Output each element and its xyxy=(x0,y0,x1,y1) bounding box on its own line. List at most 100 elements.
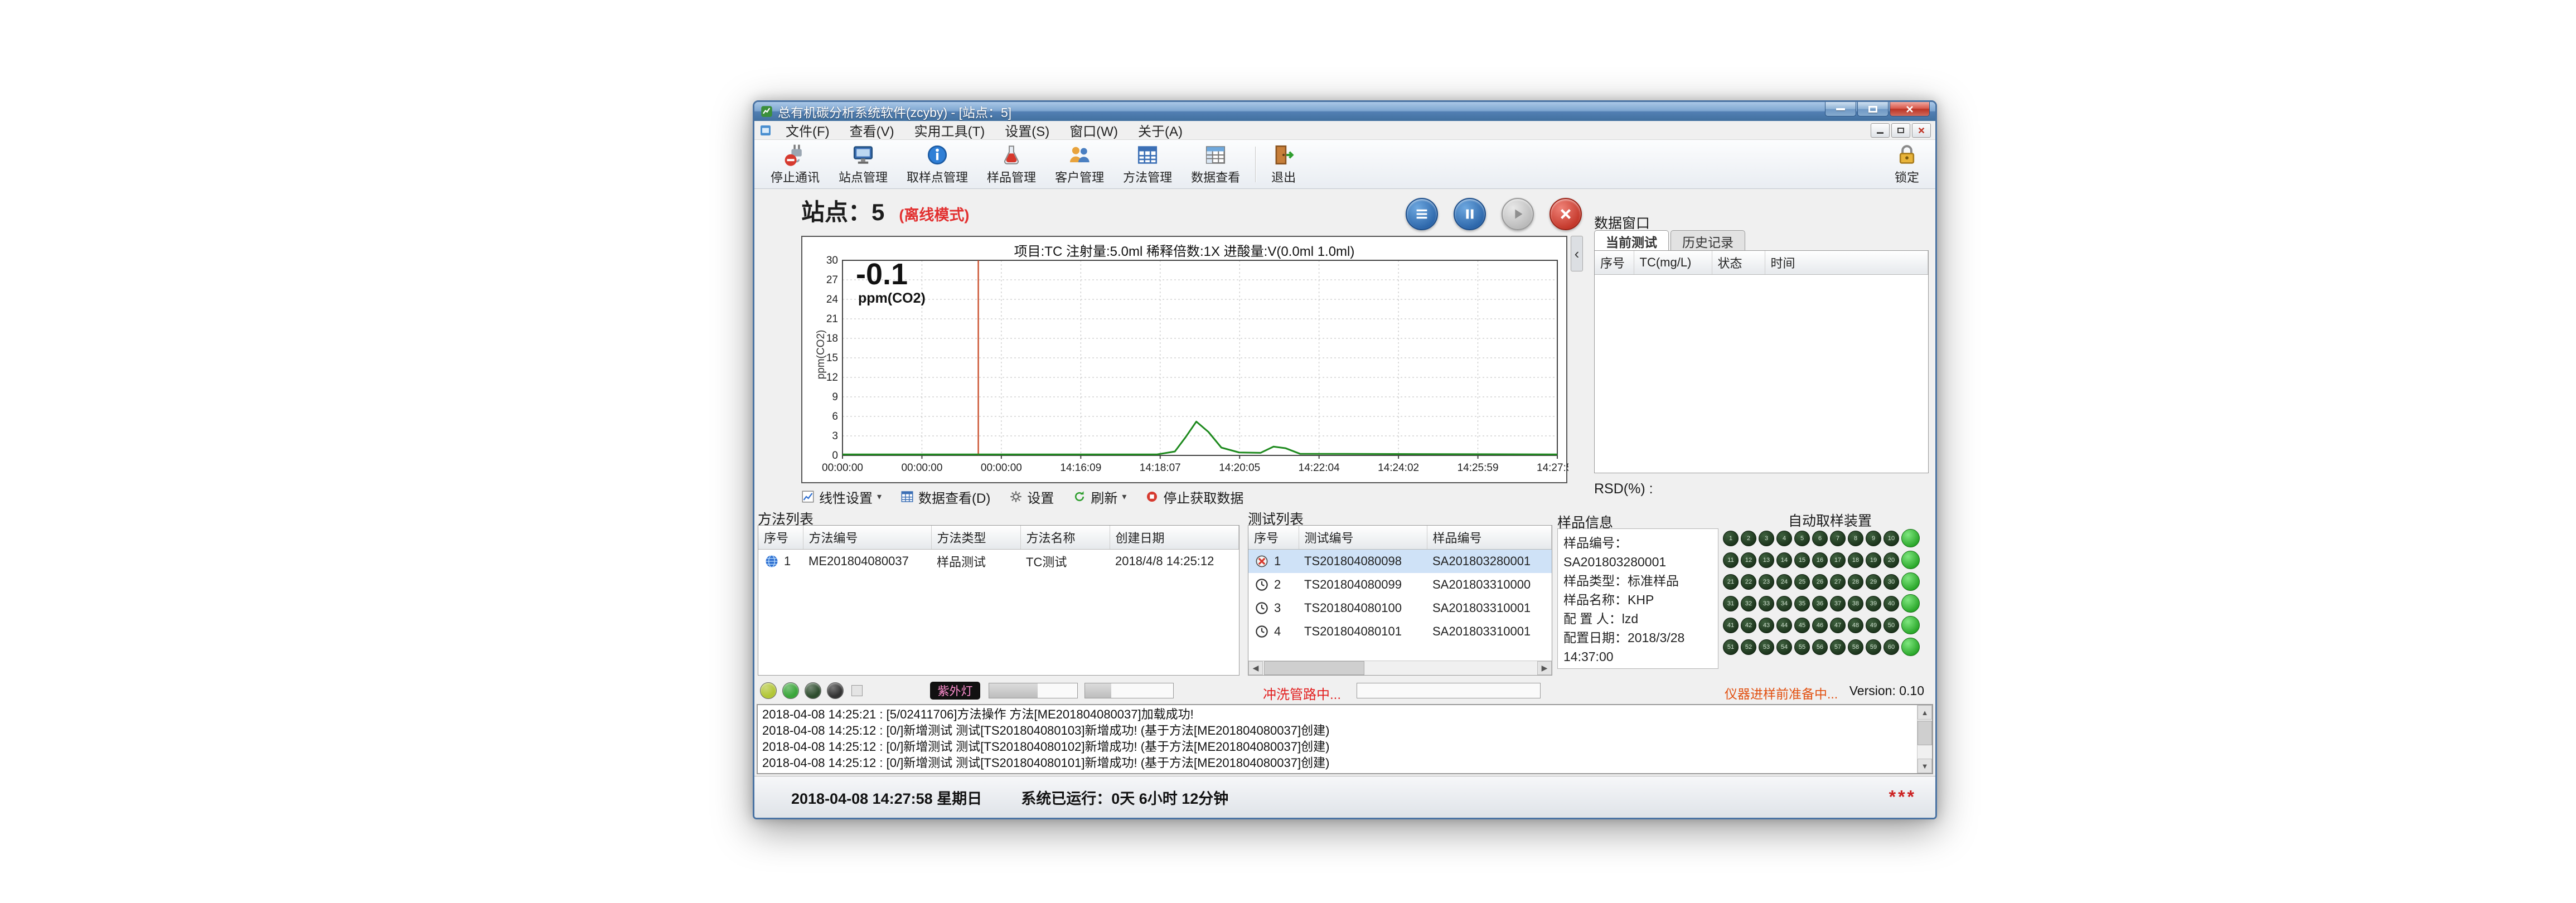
gear-link[interactable]: 设置 xyxy=(1009,487,1054,507)
customer-button[interactable]: 客户管理 xyxy=(1045,142,1113,187)
sampler-vial[interactable]: 9 xyxy=(1866,531,1881,546)
sampler-vial[interactable]: 20 xyxy=(1883,552,1899,568)
horizontal-scrollbar[interactable]: ◀ ▶ xyxy=(1248,661,1552,675)
sample-button[interactable]: 样品管理 xyxy=(977,142,1045,187)
method-button[interactable]: 方法管理 xyxy=(1113,142,1182,187)
station-button[interactable]: 站点管理 xyxy=(829,142,897,187)
sample-point-button[interactable]: 取样点管理 xyxy=(897,142,977,187)
scroll-up-arrow[interactable]: ▲ xyxy=(1918,705,1932,720)
menu-item-6[interactable]: 关于(A) xyxy=(1128,121,1193,139)
sampler-vial[interactable]: 60 xyxy=(1883,639,1899,655)
sampler-vial[interactable]: 12 xyxy=(1741,552,1756,568)
sampler-vial[interactable]: 39 xyxy=(1866,596,1881,611)
menu-item-2[interactable]: 查看(V) xyxy=(840,121,904,139)
sampler-vial[interactable]: 50 xyxy=(1883,618,1899,633)
sampler-vial[interactable]: 57 xyxy=(1830,639,1846,655)
column-header[interactable]: 方法编号 xyxy=(803,526,931,550)
sampler-ready-vial[interactable] xyxy=(1901,594,1920,613)
close-button[interactable] xyxy=(1890,102,1930,116)
sampler-vial[interactable]: 46 xyxy=(1812,618,1828,633)
sampler-vial[interactable]: 6 xyxy=(1812,531,1828,546)
sampler-vial[interactable]: 23 xyxy=(1759,574,1774,590)
column-header[interactable]: 时间 xyxy=(1765,251,1928,275)
column-header[interactable]: 测试编号 xyxy=(1299,526,1427,550)
sampler-vial[interactable]: 48 xyxy=(1848,618,1863,633)
sampler-vial[interactable]: 24 xyxy=(1776,574,1792,590)
sampler-vial[interactable]: 8 xyxy=(1848,531,1863,546)
sampler-vial[interactable]: 34 xyxy=(1776,596,1792,611)
sampler-vial[interactable]: 54 xyxy=(1776,639,1792,655)
sampler-vial[interactable]: 10 xyxy=(1883,531,1899,546)
sampler-vial[interactable]: 27 xyxy=(1830,574,1846,590)
sampler-vial[interactable]: 32 xyxy=(1741,596,1756,611)
sampler-vial[interactable]: 14 xyxy=(1776,552,1792,568)
sampler-vial[interactable]: 35 xyxy=(1794,596,1810,611)
column-header[interactable]: 方法类型 xyxy=(931,526,1020,550)
sampler-ready-vial[interactable] xyxy=(1901,638,1920,656)
scrollbar-thumb[interactable] xyxy=(1918,721,1932,745)
mdi-restore-button[interactable] xyxy=(1891,123,1910,138)
sampler-ready-vial[interactable] xyxy=(1901,529,1920,547)
column-header[interactable]: 方法名称 xyxy=(1020,526,1110,550)
scroll-down-arrow[interactable]: ▼ xyxy=(1918,759,1932,773)
title-bar[interactable]: 总有机碳分析系统软件(zcyby) - [站点：5] xyxy=(754,102,1935,121)
sampler-vial[interactable]: 1 xyxy=(1723,531,1739,546)
sampler-vial[interactable]: 16 xyxy=(1812,552,1828,568)
sampler-vial[interactable]: 15 xyxy=(1794,552,1810,568)
sampler-vial[interactable]: 2 xyxy=(1741,531,1756,546)
column-header[interactable]: 序号 xyxy=(1248,526,1299,550)
sampler-vial[interactable]: 55 xyxy=(1794,639,1810,655)
sampler-vial[interactable]: 4 xyxy=(1776,531,1792,546)
stop-button[interactable] xyxy=(1550,198,1582,230)
sampler-vial[interactable]: 29 xyxy=(1866,574,1881,590)
sampler-vial[interactable]: 17 xyxy=(1830,552,1846,568)
sampler-vial[interactable]: 37 xyxy=(1830,596,1846,611)
sampler-vial[interactable]: 7 xyxy=(1830,531,1846,546)
tab-current-test[interactable]: 当前测试 xyxy=(1594,230,1669,250)
mdi-minimize-button[interactable] xyxy=(1871,123,1890,138)
start-button[interactable] xyxy=(1502,198,1534,230)
sampler-vial[interactable]: 49 xyxy=(1866,618,1881,633)
pause-button[interactable] xyxy=(1454,198,1486,230)
refresh-link[interactable]: 刷新▾ xyxy=(1073,487,1126,507)
sampler-vial[interactable]: 41 xyxy=(1723,618,1739,633)
sampler-vial[interactable]: 38 xyxy=(1848,596,1863,611)
report-button[interactable] xyxy=(1406,198,1438,230)
sampler-vial[interactable]: 43 xyxy=(1759,618,1774,633)
sampler-vial[interactable]: 3 xyxy=(1759,531,1774,546)
sampler-vial[interactable]: 26 xyxy=(1812,574,1828,590)
sampler-vial[interactable]: 21 xyxy=(1723,574,1739,590)
minimize-button[interactable] xyxy=(1825,102,1856,116)
data-view-button[interactable]: 数据查看 xyxy=(1182,142,1250,187)
sampler-vial[interactable]: 28 xyxy=(1848,574,1863,590)
menu-item-5[interactable]: 窗口(W) xyxy=(1059,121,1128,139)
sampler-vial[interactable]: 42 xyxy=(1741,618,1756,633)
stop-comm-button[interactable]: 停止通讯 xyxy=(761,142,829,187)
sampler-vial[interactable]: 31 xyxy=(1723,596,1739,611)
scroll-right-arrow[interactable]: ▶ xyxy=(1537,661,1552,675)
sampler-vial[interactable]: 30 xyxy=(1883,574,1899,590)
sampler-vial[interactable]: 5 xyxy=(1794,531,1810,546)
sampler-vial[interactable]: 56 xyxy=(1812,639,1828,655)
column-header[interactable]: TC(mg/L) xyxy=(1634,251,1712,275)
menu-item-4[interactable]: 设置(S) xyxy=(995,121,1059,139)
collapse-panel-button[interactable]: ‹ xyxy=(1571,236,1583,271)
sampler-vial[interactable]: 59 xyxy=(1866,639,1881,655)
table-row[interactable]: 2TS201804080099SA201803310000 xyxy=(1248,573,1552,596)
table-row[interactable]: 4TS201804080101SA201803310001 xyxy=(1248,620,1552,643)
vertical-scrollbar[interactable]: ▲ ▼ xyxy=(1917,705,1932,773)
scrollbar-thumb[interactable] xyxy=(1264,661,1364,675)
line-chart-link[interactable]: 线性设置▾ xyxy=(801,487,882,507)
tab-history[interactable]: 历史记录 xyxy=(1670,230,1745,250)
column-header[interactable]: 状态 xyxy=(1712,251,1765,275)
mdi-close-button[interactable] xyxy=(1912,123,1931,138)
sampler-vial[interactable]: 53 xyxy=(1759,639,1774,655)
sampler-vial[interactable]: 51 xyxy=(1723,639,1739,655)
menu-item-3[interactable]: 实用工具(T) xyxy=(904,121,995,139)
sampler-vial[interactable]: 44 xyxy=(1776,618,1792,633)
sampler-vial[interactable]: 45 xyxy=(1794,618,1810,633)
sampler-vial[interactable]: 47 xyxy=(1830,618,1846,633)
sampler-vial[interactable]: 18 xyxy=(1848,552,1863,568)
scroll-left-arrow[interactable]: ◀ xyxy=(1248,661,1263,675)
lock-button[interactable]: 锁定 xyxy=(1885,142,1929,187)
